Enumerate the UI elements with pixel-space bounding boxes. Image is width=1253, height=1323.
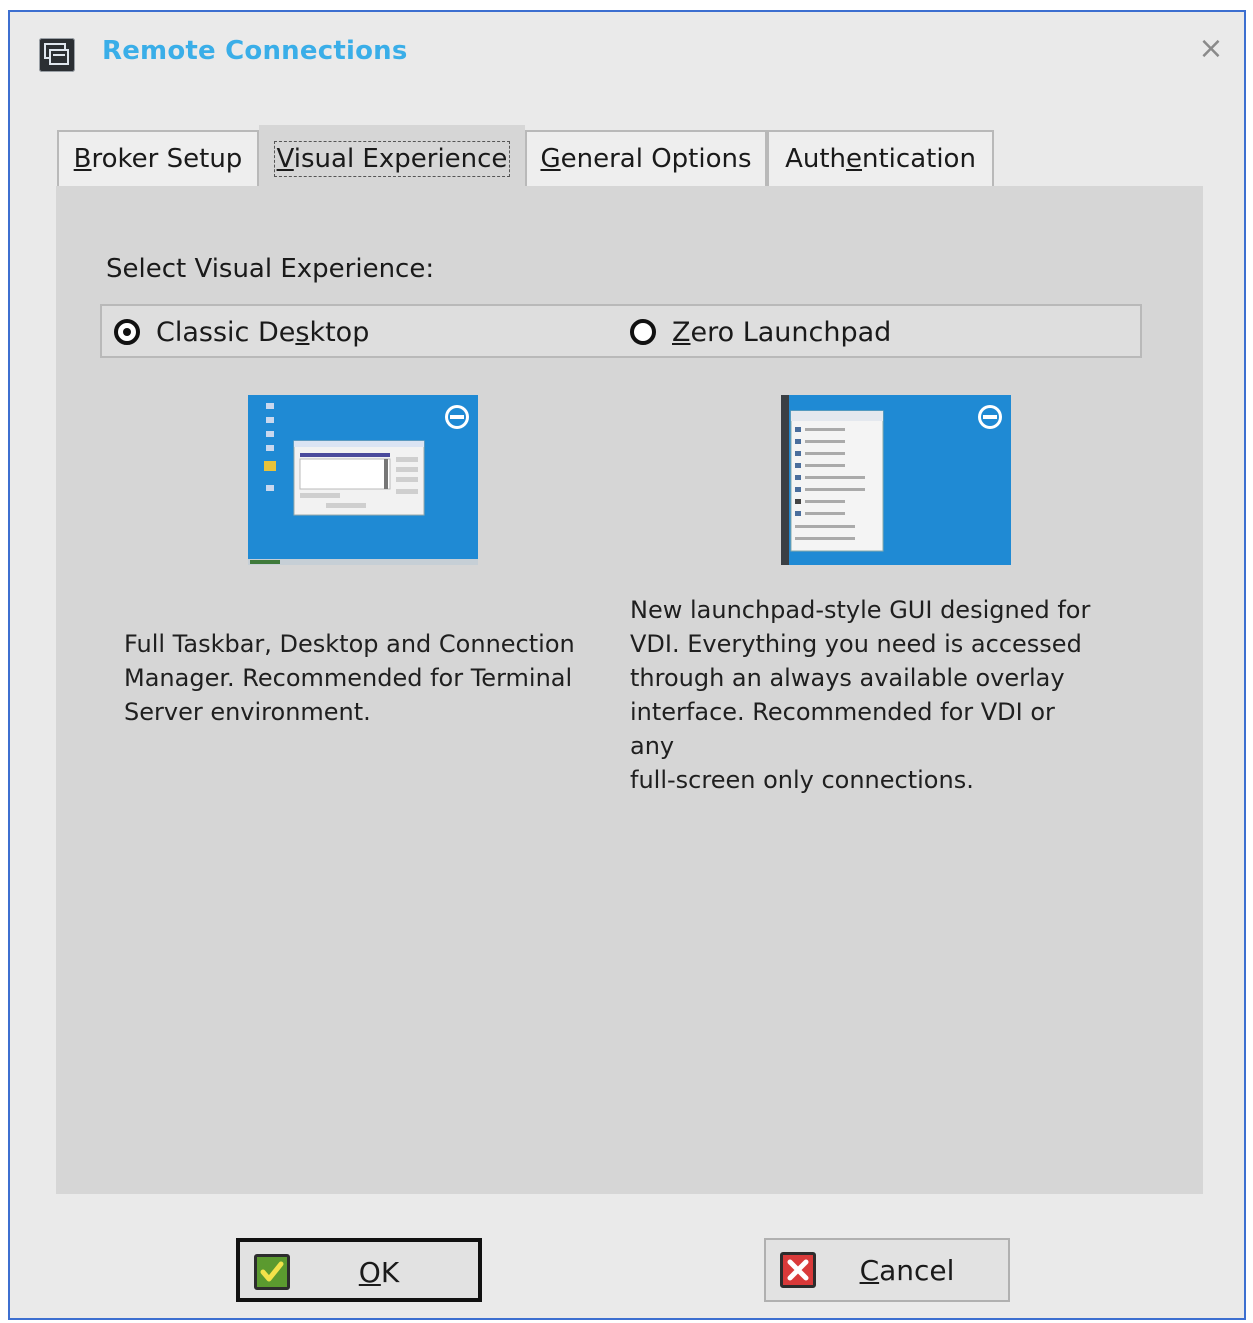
- zero-launchpad-label: Zero Launchpad: [672, 316, 892, 348]
- ok-button[interactable]: OK: [236, 1238, 482, 1302]
- window-title: Remote Connections: [102, 36, 408, 66]
- visual-experience-radio-group: Classic Desktop Zero Launchpad: [100, 304, 1142, 358]
- ok-label: OK: [358, 1256, 400, 1289]
- remote-connections-dialog: Remote Connections × Broker Setup Visual…: [8, 10, 1246, 1320]
- visual-experience-panel: Select Visual Experience: Classic Deskto…: [56, 186, 1203, 1194]
- classic-desktop-description: Full Taskbar, Desktop and Connection Man…: [124, 630, 575, 726]
- tab-label: Broker Setup: [73, 144, 243, 174]
- select-visual-experience-label: Select Visual Experience:: [106, 254, 435, 284]
- remote-connections-icon: [39, 38, 75, 72]
- zero-launchpad-description: New launchpad-style GUI designed for VDI…: [630, 596, 1091, 794]
- cancel-button[interactable]: Cancel: [764, 1238, 1010, 1302]
- tab-broker-setup[interactable]: Broker Setup: [57, 130, 259, 186]
- zero-launchpad-radio[interactable]: [630, 319, 656, 345]
- tab-general-options[interactable]: General Options: [525, 130, 767, 186]
- tab-visual-experience[interactable]: Visual Experience: [259, 125, 525, 189]
- tab-label: General Options: [540, 144, 752, 174]
- classic-desktop-label: Classic Desktop: [156, 316, 370, 348]
- classic-desktop-preview: [248, 395, 478, 565]
- cancel-label: Cancel: [859, 1254, 955, 1287]
- classic-desktop-option[interactable]: Classic Desktop: [114, 314, 369, 350]
- classic-desktop-radio[interactable]: [114, 319, 140, 345]
- tab-label: Visual Experience: [273, 141, 511, 177]
- tab-authentication[interactable]: Authentication: [767, 130, 994, 186]
- tab-label: Authentication: [785, 144, 976, 174]
- zero-launchpad-option[interactable]: Zero Launchpad: [630, 314, 891, 350]
- zero-launchpad-preview: [781, 395, 1011, 565]
- close-icon[interactable]: ×: [1196, 34, 1226, 64]
